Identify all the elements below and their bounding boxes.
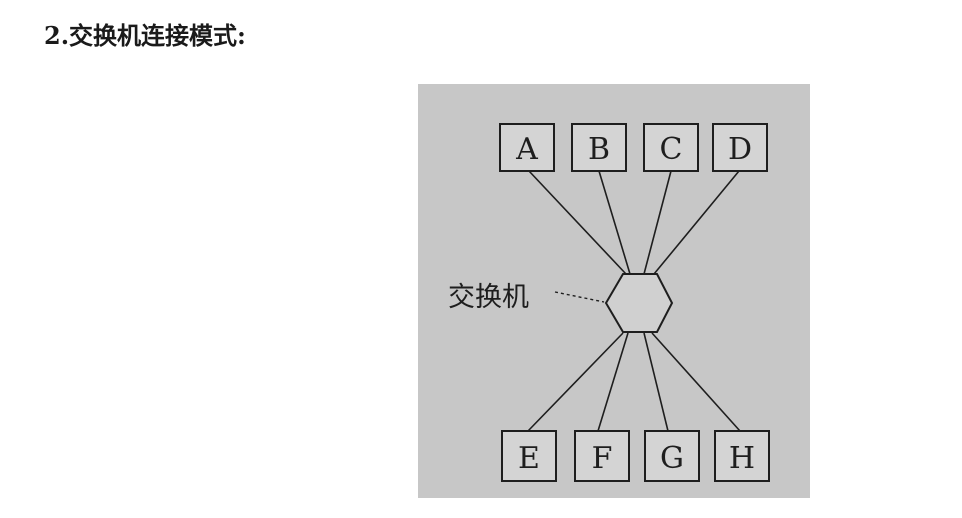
node-b: B [571,123,627,172]
hub-label: 交换机 [448,282,529,313]
node-label-b: B [588,132,610,167]
switch-topology-figure: 交换机 A B C D E F G H [418,84,810,498]
hub-label-leader [554,291,605,303]
link-top-1 [598,170,631,275]
node-label-h: H [729,441,755,476]
node-h: H [714,430,770,482]
switch-hub [604,273,674,333]
node-g: G [644,430,700,482]
node-label-e: E [518,441,540,476]
section-heading: 2.交换机连接模式: [44,21,246,50]
node-f: F [574,430,630,482]
node-label-c: C [660,132,683,167]
node-label-d: D [728,132,752,167]
node-a: A [499,123,555,172]
node-c: C [643,123,699,172]
link-top-0 [528,170,627,275]
switch-topology-diagram: 交换机 A B C D E F G H [448,123,770,482]
node-label-g: G [660,441,684,476]
node-e: E [501,430,557,482]
node-label-a: A [515,132,538,167]
node-label-f: F [592,441,613,476]
link-bottom-1 [597,332,629,432]
link-bottom-0 [527,332,624,432]
node-d: D [712,123,768,172]
